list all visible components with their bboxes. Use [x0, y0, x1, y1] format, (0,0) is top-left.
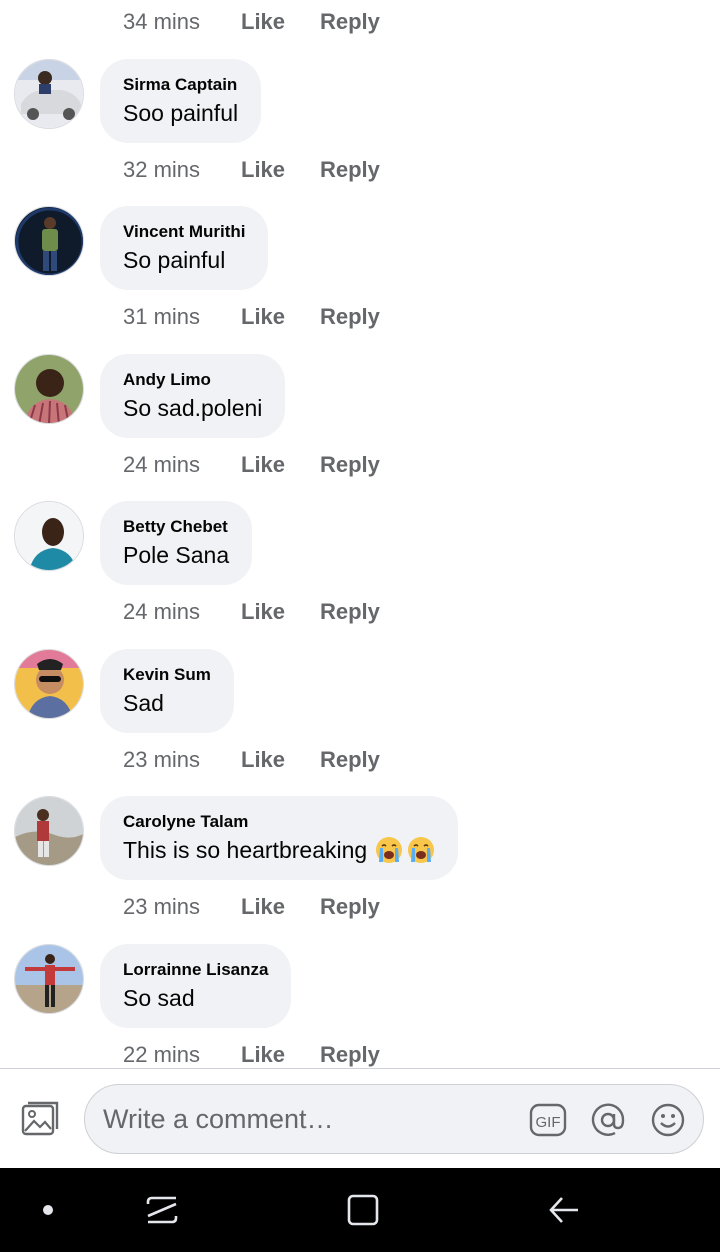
comment-bubble: Sirma Captain Soo painful: [100, 59, 262, 143]
comment-text: Soo painful: [123, 100, 239, 126]
comment-meta-row: 24 mins Like Reply: [123, 592, 380, 632]
comment-time: 23 mins: [123, 894, 201, 919]
comment-item: Betty Chebet Pole Sana: [0, 501, 720, 587]
comment-author[interactable]: Kevin Sum: [123, 664, 211, 686]
comment-item: Lorrainne Lisanza So sad: [0, 944, 720, 1030]
like-button[interactable]: Like: [241, 747, 320, 773]
comment-time: 32 mins: [123, 157, 201, 182]
mention-icon[interactable]: [589, 1101, 627, 1139]
comment-item: Sirma Captain Soo painful: [0, 59, 720, 145]
comment-time: 24 mins: [123, 452, 201, 477]
overview-icon[interactable]: [343, 1190, 383, 1230]
avatar[interactable]: [14, 944, 84, 1014]
comment-bubble: Vincent Murithi So painful: [100, 206, 269, 290]
like-button[interactable]: Like: [241, 1042, 320, 1068]
comment-bubble: Carolyne Talam This is so heartbreaking: [100, 796, 459, 880]
comment-meta-row: 31 mins Like Reply: [123, 297, 380, 337]
comment-bubble: Lorrainne Lisanza So sad: [100, 944, 292, 1028]
comment-author[interactable]: Lorrainne Lisanza: [123, 959, 268, 981]
avatar[interactable]: [14, 59, 84, 129]
comment-item: Carolyne Talam This is so heartbreaking: [0, 796, 720, 882]
like-button[interactable]: Like: [241, 599, 320, 625]
back-icon[interactable]: [544, 1190, 584, 1230]
system-navigation-bar: [0, 1168, 720, 1252]
comment-meta-row: 32 mins Like Reply: [123, 150, 380, 190]
comment-time: 23 mins: [123, 747, 201, 772]
comment-item: Andy Limo So sad.poleni: [0, 354, 720, 440]
comment-time: 31 mins: [123, 304, 201, 329]
comment-author[interactable]: Andy Limo: [123, 369, 262, 391]
like-button[interactable]: Like: [241, 452, 320, 478]
comment-time: 34 mins: [123, 9, 201, 34]
reply-button[interactable]: Reply: [320, 894, 380, 920]
avatar[interactable]: [14, 206, 84, 276]
comment-author[interactable]: Carolyne Talam: [123, 811, 435, 833]
comment-text: So sad.poleni: [123, 395, 263, 421]
like-button[interactable]: Like: [241, 9, 320, 35]
like-button[interactable]: Like: [241, 304, 320, 330]
comment-text: So painful: [123, 247, 226, 273]
photo-icon[interactable]: [20, 1099, 60, 1139]
comment-author[interactable]: Sirma Captain: [123, 74, 238, 96]
reply-button[interactable]: Reply: [320, 1042, 380, 1068]
comment-text: This is so heartbreaking: [123, 835, 435, 865]
comment-text: Pole Sana: [123, 542, 230, 568]
reply-button[interactable]: Reply: [320, 599, 380, 625]
reply-button[interactable]: Reply: [320, 452, 380, 478]
comment-bubble: Betty Chebet Pole Sana: [100, 501, 253, 585]
reply-button[interactable]: Reply: [320, 747, 380, 773]
loudly-crying-face-icon: [407, 836, 435, 864]
comment-input-container: GIF: [84, 1084, 704, 1154]
reply-button[interactable]: Reply: [320, 304, 380, 330]
reply-button[interactable]: Reply: [320, 9, 380, 35]
emoji-icon[interactable]: [649, 1101, 687, 1139]
comment-input[interactable]: [103, 1085, 513, 1153]
comment-bubble: Kevin Sum Sad: [100, 649, 234, 733]
comment-meta-row: 34 mins Like Reply: [123, 2, 380, 42]
comment-meta-row: 22 mins Like Reply: [123, 1035, 380, 1068]
home-dot-icon[interactable]: [28, 1190, 68, 1230]
comment-text: Sad: [123, 690, 164, 716]
gif-icon[interactable]: GIF: [529, 1101, 567, 1139]
comment-time: 22 mins: [123, 1042, 201, 1067]
comment-author[interactable]: Vincent Murithi: [123, 221, 245, 243]
svg-text:GIF: GIF: [536, 1114, 561, 1131]
avatar[interactable]: [14, 796, 84, 866]
comment-item: Kevin Sum Sad: [0, 649, 720, 735]
comment-bubble: Andy Limo So sad.poleni: [100, 354, 286, 438]
comment-meta-row: 23 mins Like Reply: [123, 887, 380, 927]
comment-composer: GIF: [0, 1068, 720, 1168]
like-button[interactable]: Like: [241, 894, 320, 920]
comment-author[interactable]: Betty Chebet: [123, 516, 229, 538]
comment-time: 24 mins: [123, 599, 201, 624]
avatar[interactable]: [14, 354, 84, 424]
like-button[interactable]: Like: [241, 157, 320, 183]
comment-text: So sad: [123, 985, 195, 1011]
comment-item: Vincent Murithi So painful: [0, 206, 720, 292]
reply-button[interactable]: Reply: [320, 157, 380, 183]
comment-feed: 34 mins Like Reply Sirma Captain Soo pai…: [0, 0, 720, 1068]
comment-meta-row: 24 mins Like Reply: [123, 445, 380, 485]
comment-meta-row: 23 mins Like Reply: [123, 740, 380, 780]
avatar[interactable]: [14, 501, 84, 571]
recent-apps-icon[interactable]: [142, 1190, 182, 1230]
avatar[interactable]: [14, 649, 84, 719]
loudly-crying-face-icon: [375, 836, 403, 864]
